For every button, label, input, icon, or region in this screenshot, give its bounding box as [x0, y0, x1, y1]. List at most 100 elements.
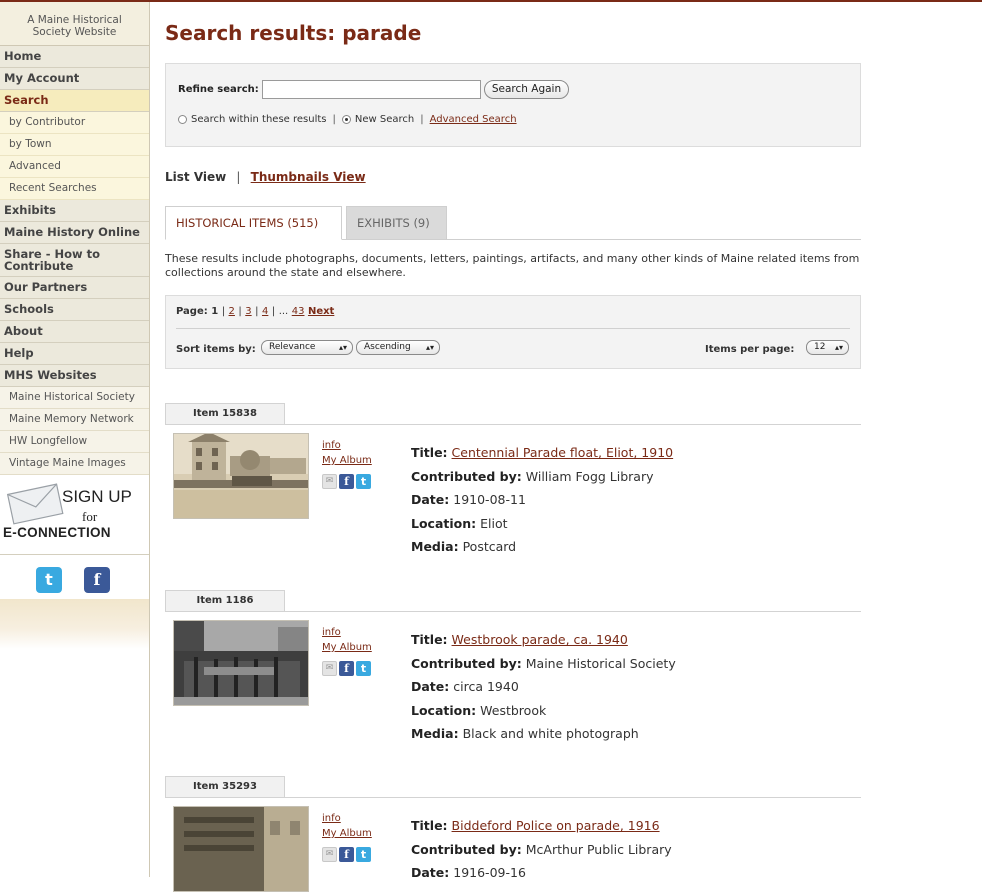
nav-our-partners[interactable]: Our Partners — [0, 277, 149, 299]
contributed-by-label: Contributed by: — [411, 655, 522, 671]
page-label: Page: — [176, 306, 208, 317]
item-actions: info My Album — [322, 811, 372, 841]
signup-econnection-banner[interactable]: SIGN UP for E-CONNECTION — [0, 475, 149, 555]
advanced-search-link[interactable]: Advanced Search — [430, 114, 517, 125]
nav-schools[interactable]: Schools — [0, 299, 149, 321]
media-label: Media: — [411, 726, 459, 741]
item-thumbnail[interactable] — [173, 620, 309, 706]
sort-order-select[interactable]: Ascending ▴▾ — [356, 340, 440, 355]
item-my-album-link[interactable]: My Album — [322, 826, 372, 841]
signup-line1: SIGN UP — [62, 487, 132, 506]
item-date: 1910-08-11 — [453, 492, 526, 507]
facebook-icon[interactable]: f — [84, 567, 110, 593]
nav-my-account[interactable]: My Account — [0, 68, 149, 90]
page-link-3[interactable]: 3 — [245, 306, 251, 317]
location-label: Location: — [411, 515, 477, 531]
sort-field-select[interactable]: Relevance ▴▾ — [261, 340, 353, 355]
search-again-button[interactable]: Search Again — [484, 80, 569, 99]
item-location: Westbrook — [480, 702, 547, 718]
item-info-link[interactable]: info — [322, 438, 372, 453]
sort-order-value: Ascending — [364, 342, 411, 352]
nav-mhs-websites[interactable]: MHS Websites — [0, 365, 149, 387]
results-description: These results include photographs, docum… — [165, 252, 860, 279]
twitter-icon[interactable]: t — [356, 847, 371, 862]
separator: | — [236, 170, 241, 184]
separator: | — [238, 306, 242, 317]
sidebar: A Maine Historical Society Website Home … — [0, 2, 150, 877]
item-share-icons: ✉ f t — [322, 661, 371, 676]
nav-search-advanced[interactable]: Advanced — [0, 156, 149, 178]
item-fields: Title: Centennial Parade float, Eliot, 1… — [411, 441, 673, 559]
facebook-icon[interactable]: f — [339, 474, 354, 489]
tab-historical-items[interactable]: HISTORICAL ITEMS (515) — [165, 206, 342, 240]
pagination-panel: Page: 1 | 2 | 3 | 4 | ... 43 Next Sort i… — [165, 295, 861, 369]
search-within-radio[interactable] — [178, 115, 187, 124]
separator: | — [255, 306, 259, 317]
nav-exhibits[interactable]: Exhibits — [0, 200, 149, 222]
page-ellipsis: ... — [278, 306, 289, 317]
new-search-label: New Search — [354, 114, 415, 125]
email-icon[interactable]: ✉ — [322, 474, 337, 489]
sort-field-value: Relevance — [269, 342, 316, 352]
twitter-icon[interactable]: t — [36, 567, 62, 593]
page-link-2[interactable]: 2 — [229, 306, 235, 317]
contributed-by-label: Contributed by: — [411, 841, 522, 857]
page-link-4[interactable]: 4 — [262, 306, 268, 317]
pager-divider — [176, 328, 850, 329]
page-title: Search results: parade — [165, 21, 422, 45]
refine-search-input[interactable] — [262, 80, 481, 99]
title-label: Title: — [411, 632, 448, 647]
nav-about[interactable]: About — [0, 321, 149, 343]
separator: | — [420, 114, 424, 125]
item-my-album-link[interactable]: My Album — [322, 453, 372, 468]
new-search-radio[interactable] — [341, 115, 351, 124]
item-thumbnail[interactable] — [173, 806, 309, 892]
twitter-icon[interactable]: t — [356, 661, 371, 676]
page-link-last[interactable]: 43 — [292, 306, 305, 317]
facebook-icon[interactable]: f — [339, 661, 354, 676]
item-id-tab: Item 35293 — [165, 776, 285, 797]
result-item: Item 1186 info My Album ✉ f t Title: Wes… — [165, 590, 861, 780]
nav-share[interactable]: Share - How to Contribute — [0, 244, 149, 277]
items-per-page-value: 12 — [814, 342, 826, 352]
items-per-page-select[interactable]: 12 ▴▾ — [806, 340, 849, 355]
contributed-by-label: Contributed by: — [411, 468, 522, 484]
facebook-icon[interactable]: f — [339, 847, 354, 862]
nav-search-recent[interactable]: Recent Searches — [0, 178, 149, 200]
item-info-link[interactable]: info — [322, 625, 372, 640]
item-my-album-link[interactable]: My Album — [322, 640, 372, 655]
select-arrows-icon: ▴▾ — [834, 343, 843, 352]
nav-maine-history-online[interactable]: Maine History Online — [0, 222, 149, 244]
result-item: Item 15838 info My Album ✉ f t Title: Ce… — [165, 403, 861, 593]
nav-search-by-town[interactable]: by Town — [0, 134, 149, 156]
tab-exhibits[interactable]: EXHIBITS (9) — [346, 206, 447, 240]
item-contributor: McArthur Public Library — [525, 841, 672, 857]
site-tagline-line1: A Maine Historical — [27, 14, 122, 26]
thumbnails-view-link[interactable]: Thumbnails View — [251, 170, 366, 184]
title-label: Title: — [411, 445, 448, 460]
nav-search[interactable]: Search — [0, 90, 149, 112]
nav-site-maine-memory-network[interactable]: Maine Memory Network — [0, 409, 149, 431]
nav-site-hw-longfellow[interactable]: HW Longfellow — [0, 431, 149, 453]
nav-site-maine-historical-society[interactable]: Maine Historical Society — [0, 387, 149, 409]
sort-label: Sort items by: — [176, 344, 256, 355]
title-label: Title: — [411, 818, 448, 833]
refine-search-panel: Refine search: Search Again Search withi… — [165, 63, 861, 147]
list-view-label: List View — [165, 170, 227, 184]
item-title-link[interactable]: Centennial Parade float, Eliot, 1910 — [452, 445, 674, 460]
next-page-link[interactable]: Next — [308, 306, 334, 317]
date-label: Date: — [411, 679, 450, 694]
nav-help[interactable]: Help — [0, 343, 149, 365]
item-info-link[interactable]: info — [322, 811, 372, 826]
item-media: Postcard — [462, 539, 517, 554]
item-title-link[interactable]: Biddeford Police on parade, 1916 — [452, 818, 660, 833]
select-arrows-icon: ▴▾ — [338, 343, 347, 352]
email-icon[interactable]: ✉ — [322, 847, 337, 862]
nav-site-vintage-maine-images[interactable]: Vintage Maine Images — [0, 453, 149, 475]
twitter-icon[interactable]: t — [356, 474, 371, 489]
nav-search-by-contributor[interactable]: by Contributor — [0, 112, 149, 134]
item-title-link[interactable]: Westbrook parade, ca. 1940 — [452, 632, 628, 647]
nav-home[interactable]: Home — [0, 46, 149, 68]
email-icon[interactable]: ✉ — [322, 661, 337, 676]
item-thumbnail[interactable] — [173, 433, 309, 519]
